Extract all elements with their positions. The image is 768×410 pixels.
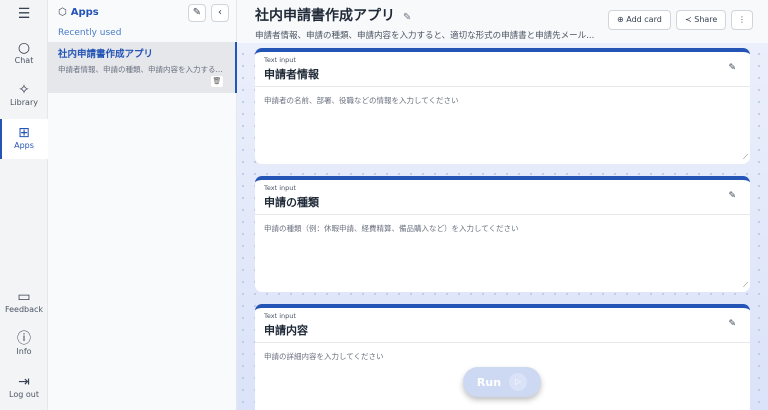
card-type: Text input	[264, 56, 296, 64]
card-textarea[interactable]: 申請者の名前、部署、役職などの情報を入力してください	[255, 87, 750, 164]
main-area: 社内申請書作成アプリ ✎ 申請者情報、申請の種類、申請内容を入力すると、適切な形式…	[237, 0, 768, 410]
text-input-card: Text input 申請者情報 ✎ 申請者の名前、部署、役職などの情報を入力してく…	[255, 48, 750, 164]
textarea-placeholder: 申請の種類（例：休暇申請、経費精算、備品購入など）を入力してください	[264, 224, 519, 233]
run-label: Run	[476, 375, 502, 389]
chevron-left-icon: ‹	[218, 7, 222, 18]
edit-card-icon[interactable]: ✎	[728, 63, 736, 73]
rail-label: Log out	[9, 390, 39, 399]
menu-button[interactable]: ☰	[0, 6, 48, 26]
textarea-placeholder: 申請の詳細内容を入力してください	[264, 352, 384, 361]
chat-icon: ○	[17, 40, 31, 56]
textarea-placeholder: 申請者の名前、部署、役職などの情報を入力してください	[264, 96, 459, 105]
share-icon: ≺	[685, 15, 692, 24]
resize-handle-icon[interactable]: ⟋	[743, 281, 748, 290]
card-label: 申請内容	[264, 324, 308, 337]
edit-card-icon[interactable]: ✎	[728, 319, 736, 329]
add-card-label: Add card	[626, 15, 662, 24]
logout-icon: ⇥	[18, 374, 30, 390]
sparkle-icon: ✧	[18, 82, 30, 98]
card-label: 申請者情報	[264, 68, 319, 81]
add-card-button[interactable]: ⊕ Add card	[608, 10, 671, 30]
rail-label: Info	[16, 347, 32, 356]
plus-circle-icon: ⊕	[617, 15, 624, 24]
rail-label: Library	[10, 98, 38, 107]
rail-item-feedback[interactable]: ▭ Feedback	[0, 289, 48, 319]
delete-button[interactable]: 🗑	[211, 76, 223, 87]
card-label: 申請の種類	[264, 196, 319, 209]
run-button[interactable]: Run ▷	[463, 367, 541, 397]
card-type: Text input	[264, 312, 296, 320]
edit-title-icon[interactable]: ✎	[403, 12, 411, 23]
rail-item-logout[interactable]: ⇥ Log out	[0, 374, 48, 404]
text-input-card: Text input 申請の種類 ✎ 申請の種類（例：休暇申請、経費精算、備品購入な…	[255, 176, 750, 292]
feedback-icon: ▭	[17, 289, 31, 305]
share-label: Share	[694, 15, 718, 24]
play-icon: ▷	[509, 373, 528, 391]
rail-item-chat[interactable]: ○ Chat	[0, 40, 48, 70]
info-icon: ⓘ	[17, 331, 31, 347]
edit-card-icon[interactable]: ✎	[728, 191, 736, 201]
rail-item-info[interactable]: ⓘ Info	[0, 331, 48, 361]
app-list-item[interactable]: 社内申請書作成アプリ 申請者情報、申請の種類、申請内容を入力する... 🗑	[48, 42, 237, 93]
share-button[interactable]: ≺ Share	[676, 10, 727, 30]
recently-used-label: Recently used	[58, 28, 122, 38]
apps-icon: ⊞	[18, 125, 30, 141]
trash-icon: 🗑	[212, 77, 222, 85]
nav-rail: ☰ ○ Chat ✧ Library ⊞ Apps ▭ Feedback ⓘ Info ⇥…	[0, 0, 48, 410]
hamburger-icon: ☰	[17, 6, 31, 22]
app-name: 社内申請書作成アプリ	[58, 49, 154, 60]
panel-title-text: Apps	[70, 7, 99, 18]
apps-panel: ⬡ Apps ✎ ‹ Recently used 社内申請書作成アプリ 申請者情報…	[48, 0, 237, 410]
card-type: Text input	[264, 184, 296, 192]
rail-label: Apps	[14, 141, 34, 150]
new-app-button[interactable]: ✎	[188, 4, 206, 22]
app-header: 社内申請書作成アプリ ✎ 申請者情報、申請の種類、申請内容を入力すると、適切な形式…	[237, 0, 768, 43]
rail-item-library[interactable]: ✧ Library	[0, 82, 48, 112]
page-subtitle: 申請者情報、申請の種類、申請内容を入力すると、適切な形式の申請書と申請先メール.…	[255, 31, 595, 41]
rail-label: Feedback	[4, 305, 44, 314]
collapse-panel-button[interactable]: ‹	[211, 4, 229, 22]
edit-icon: ✎	[192, 7, 202, 18]
panel-title: ⬡ Apps	[58, 7, 99, 18]
rail-item-apps[interactable]: ⊞ Apps	[0, 119, 48, 159]
resize-handle-icon[interactable]: ⟋	[743, 153, 748, 162]
card-textarea[interactable]: 申請の種類（例：休暇申請、経費精算、備品購入など）を入力してください	[255, 215, 750, 292]
rail-label: Chat	[14, 56, 34, 65]
page-title: 社内申請書作成アプリ	[255, 8, 395, 24]
apps-logo-icon: ⬡	[58, 7, 67, 18]
app-desc: 申請者情報、申請の種類、申請内容を入力する...	[58, 65, 223, 74]
more-vertical-icon: ⋮	[738, 15, 746, 24]
more-button[interactable]: ⋮	[731, 10, 753, 30]
